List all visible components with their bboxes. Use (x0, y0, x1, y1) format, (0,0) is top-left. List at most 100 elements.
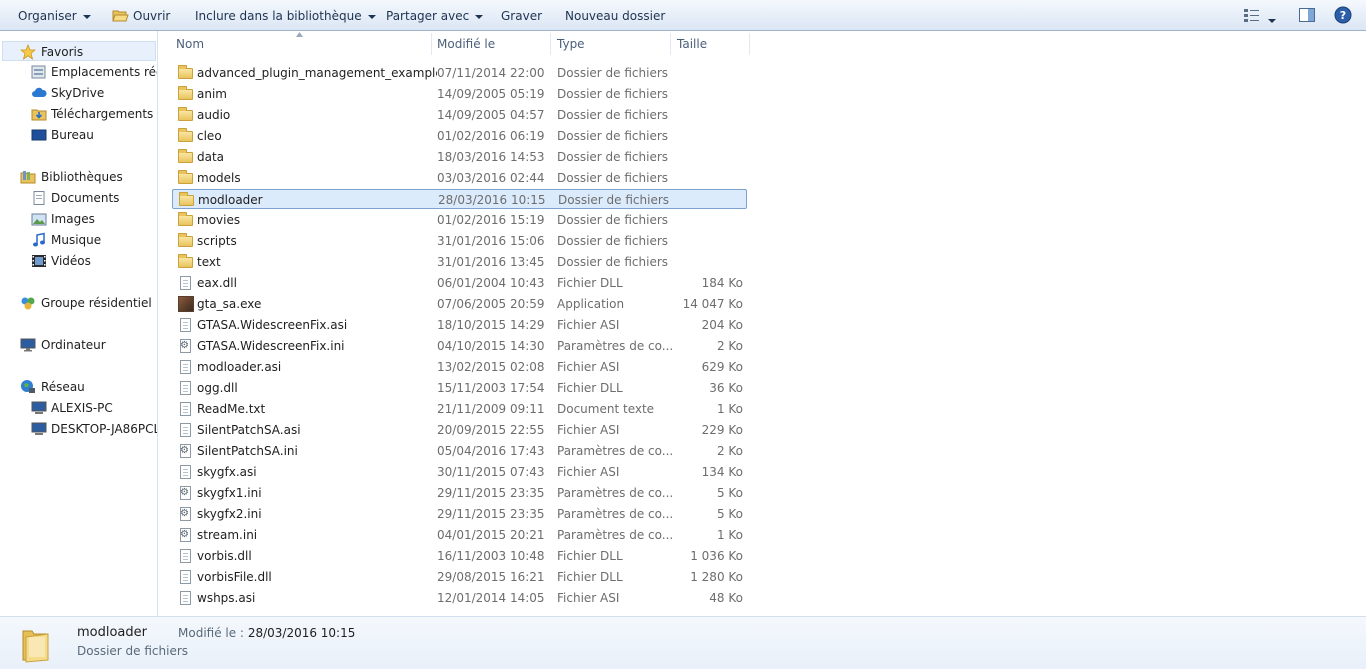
file-row[interactable]: GTASA.WidescreenFix.asi 18/10/2015 14:29 F… (172, 315, 747, 335)
column-divider[interactable] (431, 33, 432, 55)
column-header-type[interactable]: Type (557, 31, 670, 57)
file-row[interactable]: data 18/03/2016 14:53 Dossier de fichiers (172, 147, 747, 167)
file-row[interactable]: wshps.asi 12/01/2014 14:05 Fichier ASI 48 K… (172, 588, 747, 608)
file-modified-date: 18/10/2015 14:29 (437, 318, 545, 332)
file-row[interactable]: modloader.asi 13/02/2015 02:08 Fichier ASI… (172, 357, 747, 377)
column-divider[interactable] (670, 33, 671, 55)
settings-file-icon-shape (180, 528, 191, 542)
column-divider[interactable] (550, 33, 551, 55)
file-row[interactable]: SilentPatchSA.asi 20/09/2015 22:55 Fichier… (172, 420, 747, 440)
file-name: vorbis.dll (197, 549, 252, 563)
file-row[interactable]: vorbisFile.dll 29/08/2015 16:21 Fichier DL… (172, 567, 747, 587)
file-row[interactable]: text 31/01/2016 13:45 Dossier de fichiers (172, 252, 747, 272)
burn-button[interactable]: Graver (501, 8, 542, 24)
file-type: Fichier ASI (557, 318, 620, 332)
nav-homegroup-label: Groupe résidentiel (41, 296, 152, 310)
settings-file-icon (178, 527, 194, 543)
settings-file-icon (178, 443, 194, 459)
libraries-icon (20, 171, 36, 184)
help-button[interactable]: ? (1334, 6, 1352, 27)
share-with-label: Partager avec (386, 9, 470, 23)
file-name: skygfx1.ini (197, 486, 262, 500)
nav-documents[interactable]: Documents (0, 188, 157, 208)
file-modified-date: 01/02/2016 15:19 (437, 213, 545, 227)
open-button[interactable]: Ouvrir (112, 8, 170, 24)
nav-favorites[interactable]: Favoris (2, 41, 156, 61)
column-header-size[interactable]: Taille (677, 31, 749, 57)
nav-network[interactable]: Réseau (0, 377, 157, 397)
file-modified-date: 18/03/2016 14:53 (437, 150, 545, 164)
new-folder-button[interactable]: Nouveau dossier (565, 8, 665, 24)
file-row[interactable]: audio 14/09/2005 04:57 Dossier de fichiers (172, 105, 747, 125)
nav-downloads[interactable]: Téléchargements (0, 104, 157, 124)
downloads-folder-icon (31, 109, 47, 121)
nav-libraries-label: Bibliothèques (41, 170, 123, 184)
nav-desktop[interactable]: Bureau (0, 125, 157, 145)
file-row[interactable]: cleo 01/02/2016 06:19 Dossier de fichiers (172, 126, 747, 146)
file-row[interactable]: skygfx1.ini 29/11/2015 23:35 Paramètres de… (172, 483, 747, 503)
file-name: eax.dll (197, 276, 237, 290)
file-name: ogg.dll (197, 381, 238, 395)
file-name: advanced_plugin_management_example (197, 66, 437, 80)
file-name: SilentPatchSA.ini (197, 444, 298, 458)
file-row[interactable]: GTASA.WidescreenFix.ini 04/10/2015 14:30 P… (172, 336, 747, 356)
nav-videos[interactable]: Vidéos (0, 251, 157, 271)
file-size: 5 Ko (716, 486, 743, 500)
nav-favorites-label: Favoris (41, 45, 84, 59)
change-view-button[interactable] (1243, 6, 1261, 27)
file-row[interactable]: scripts 31/01/2016 15:06 Dossier de fichie… (172, 231, 747, 251)
settings-file-icon (178, 485, 194, 501)
file-type: Paramètres de co... (557, 528, 674, 542)
folder-icon-shape (178, 107, 193, 121)
file-row[interactable]: movies 01/02/2016 15:19 Dossier de fichier… (172, 210, 747, 230)
preview-pane-button[interactable] (1298, 6, 1316, 27)
file-row[interactable]: anim 14/09/2005 05:19 Dossier de fichiers (172, 84, 747, 104)
column-divider[interactable] (749, 33, 750, 55)
organize-button[interactable]: Organiser (18, 8, 91, 24)
folder-icon-shape (179, 192, 194, 206)
nav-computer[interactable]: Ordinateur (0, 335, 157, 355)
file-type: Fichier ASI (557, 465, 620, 479)
nav-images[interactable]: Images (0, 209, 157, 229)
view-menu-button[interactable] (1268, 13, 1276, 27)
file-row[interactable]: advanced_plugin_management_example 07/11/… (172, 63, 747, 83)
file-row[interactable]: stream.ini 04/01/2015 20:21 Paramètres de … (172, 525, 747, 545)
nav-net-alexis-pc[interactable]: ALEXIS-PC (0, 398, 157, 418)
folder-icon-shape (178, 149, 193, 163)
settings-file-icon-shape (180, 507, 191, 521)
file-icon-shape (180, 423, 191, 437)
nav-net-desktop-ja86pcl[interactable]: DESKTOP-JA86PCL (0, 419, 157, 439)
file-type: Fichier ASI (557, 423, 620, 437)
file-name: stream.ini (197, 528, 258, 542)
computer-icon (20, 338, 36, 352)
file-row[interactable]: skygfx2.ini 29/11/2015 23:35 Paramètres de… (172, 504, 747, 524)
file-row[interactable]: skygfx.asi 30/11/2015 07:43 Fichier ASI 134… (172, 462, 747, 482)
file-modified-date: 29/11/2015 23:35 (437, 486, 545, 500)
nav-libraries[interactable]: Bibliothèques (0, 167, 157, 187)
file-size: 629 Ko (701, 360, 743, 374)
file-size (677, 210, 743, 230)
column-header-name[interactable]: Nom (176, 31, 431, 57)
sort-up-icon (296, 32, 303, 37)
nav-homegroup[interactable]: Groupe résidentiel (0, 293, 157, 313)
cloud-icon (32, 87, 47, 97)
file-row[interactable]: eax.dll 06/01/2004 10:43 Fichier DLL 184 Ko (172, 273, 747, 293)
nav-recent-places[interactable]: Emplacements récents (0, 62, 157, 82)
file-row[interactable]: ReadMe.txt 21/11/2009 09:11 Document texte… (172, 399, 747, 419)
nav-music[interactable]: Musique (0, 230, 157, 250)
file-row[interactable]: gta_sa.exe 07/06/2005 20:59 Application 14 … (172, 294, 747, 314)
nav-skydrive[interactable]: SkyDrive (0, 83, 157, 103)
file-row[interactable]: SilentPatchSA.ini 05/04/2016 17:43 Paramèt… (172, 441, 747, 461)
file-type: Dossier de fichiers (557, 171, 669, 185)
include-library-button[interactable]: Inclure dans la bibliothèque (195, 8, 376, 24)
file-icon (178, 548, 194, 564)
file-icon (178, 464, 194, 480)
file-row[interactable]: models 03/03/2016 02:44 Dossier de fichier… (172, 168, 747, 188)
file-name: skygfx.asi (197, 465, 257, 479)
file-row[interactable]: ogg.dll 15/11/2003 17:54 Fichier DLL 36 Ko (172, 378, 747, 398)
file-row[interactable]: modloader 28/03/2016 10:15 Dossier de fich… (172, 189, 747, 209)
file-icon-shape (180, 591, 191, 605)
share-with-button[interactable]: Partager avec (386, 8, 484, 24)
column-header-date[interactable]: Modifié le (437, 31, 550, 57)
file-row[interactable]: vorbis.dll 16/11/2003 10:48 Fichier DLL 1 0… (172, 546, 747, 566)
